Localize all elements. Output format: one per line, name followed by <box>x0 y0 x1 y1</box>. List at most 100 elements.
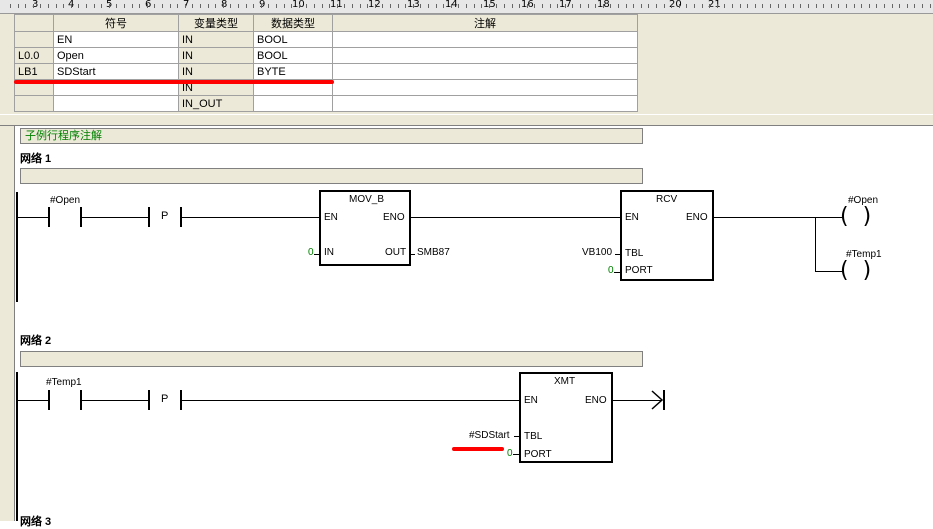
ruler-tick <box>770 4 771 8</box>
positive-edge-contact[interactable]: P <box>148 207 182 227</box>
ruler-tick <box>428 4 429 8</box>
ruler-tick <box>504 4 505 8</box>
variable-cell-addr[interactable] <box>14 31 54 48</box>
ruler-tick <box>185 4 186 8</box>
ruler-tick <box>702 4 703 8</box>
variable-cell-var-type[interactable]: IN <box>178 31 254 48</box>
variable-cell-symbol[interactable]: Open <box>53 47 179 64</box>
red-underline-annotation <box>14 80 334 84</box>
ruler-tick <box>747 4 748 8</box>
variable-cell-addr[interactable]: LB1 <box>14 63 54 80</box>
ruler-tick <box>375 4 376 8</box>
ruler-tick <box>147 4 148 8</box>
ruler-tick <box>451 4 452 8</box>
network-1-comment-box[interactable] <box>20 168 643 184</box>
ruler-tick <box>420 4 421 8</box>
variable-row[interactable]: EN IN BOOL <box>14 31 638 48</box>
network-2-title[interactable]: 网络 2 <box>20 332 51 348</box>
no-contact-open[interactable] <box>48 207 82 227</box>
ruler-tick <box>48 4 49 8</box>
network-3-title[interactable]: 网络 3 <box>20 513 51 529</box>
rcv-port: PORT <box>625 265 653 276</box>
variable-cell-data-type[interactable]: BOOL <box>253 47 333 64</box>
ruler-tick-label: 6 <box>145 0 152 10</box>
ruler-tick <box>413 4 414 8</box>
ruler-tick <box>869 4 870 8</box>
ruler-tick <box>496 4 497 8</box>
network-1-contact-label[interactable]: #Open <box>50 195 80 206</box>
variable-cell-comment[interactable] <box>332 47 638 64</box>
ruler-tick <box>823 4 824 8</box>
rcv-tbl-value[interactable]: VB100 <box>582 247 612 258</box>
ruler-tick <box>542 4 543 8</box>
ruler-tick <box>854 4 855 8</box>
program-comment-box[interactable]: 子例行程序注解 <box>20 128 643 144</box>
variable-cell-symbol[interactable]: SDStart <box>53 63 179 80</box>
variable-cell-data-type[interactable] <box>253 95 333 112</box>
wire <box>180 217 320 218</box>
ruler-tick <box>344 4 345 8</box>
ruler-tick <box>922 4 923 8</box>
ruler-tick <box>246 4 247 8</box>
wire <box>409 217 621 218</box>
ruler-tick <box>930 4 931 8</box>
ruler-tick <box>405 4 406 8</box>
variable-row[interactable]: IN_OUT <box>14 95 638 112</box>
ruler-tick <box>94 4 95 8</box>
rcv-port-value[interactable]: 0 <box>608 265 614 276</box>
xmt-port-value[interactable]: 0 <box>507 448 513 459</box>
variable-row[interactable]: LB1 SDStart IN BYTE <box>14 63 638 80</box>
variable-cell-comment[interactable] <box>332 79 638 96</box>
variable-row[interactable]: L0.0 Open IN BOOL <box>14 47 638 64</box>
ruler-tick <box>18 4 19 8</box>
network-2-comment-box[interactable] <box>20 351 643 367</box>
variable-cell-symbol[interactable]: EN <box>53 31 179 48</box>
network-2-contact-label[interactable]: #Temp1 <box>46 377 82 388</box>
ruler-tick <box>755 4 756 8</box>
ruler-tick-label: 9 <box>259 0 266 10</box>
ruler-tick <box>238 4 239 8</box>
variable-cell-addr[interactable]: L0.0 <box>14 47 54 64</box>
ruler-tick <box>352 4 353 8</box>
rcv-title: RCV <box>656 194 678 205</box>
output-coil-open[interactable]: ( ) <box>840 206 871 228</box>
ruler-tick <box>527 4 528 8</box>
variable-cell-comment[interactable] <box>332 31 638 48</box>
ruler-tick <box>679 4 680 8</box>
variable-cell-symbol[interactable] <box>53 95 179 112</box>
network-1-title[interactable]: 网络 1 <box>20 150 51 166</box>
variable-cell-data-type[interactable]: BOOL <box>253 31 333 48</box>
rcv-eno: ENO <box>686 212 708 223</box>
variable-cell-comment[interactable] <box>332 63 638 80</box>
pane-splitter[interactable] <box>0 115 933 126</box>
variable-cell-addr[interactable] <box>14 95 54 112</box>
mov-b-out-value[interactable]: SMB87 <box>417 247 450 258</box>
p-label: P <box>161 210 169 222</box>
mov-b-in-value[interactable]: 0 <box>308 247 314 258</box>
mov-b-block[interactable]: MOV_B EN ENO IN OUT <box>319 190 411 266</box>
ruler-tick <box>71 4 72 8</box>
variable-table-header: 符号 变量类型 数据类型 注解 <box>14 14 638 32</box>
ruler-tick <box>177 4 178 8</box>
variable-cell-var-type[interactable]: IN <box>178 47 254 64</box>
rcv-block[interactable]: RCV EN ENO TBL PORT <box>620 190 714 281</box>
ruler-tick <box>109 4 110 8</box>
variable-cell-var-type[interactable]: IN <box>178 63 254 80</box>
ruler-tick <box>261 4 262 8</box>
no-contact-temp1[interactable] <box>48 390 82 410</box>
header-comment: 注解 <box>332 14 638 32</box>
output-coil-temp1[interactable]: ( ) <box>840 260 871 282</box>
variable-cell-var-type[interactable]: IN_OUT <box>178 95 254 112</box>
xmt-tbl-value[interactable]: #SDStart <box>469 430 510 441</box>
xmt-block[interactable]: XMT EN ENO TBL PORT <box>519 372 613 463</box>
ruler-tick <box>838 4 839 8</box>
xmt-port: PORT <box>524 449 552 460</box>
ruler-tick <box>253 4 254 8</box>
variable-cell-comment[interactable] <box>332 95 638 112</box>
positive-edge-contact[interactable]: P <box>148 390 182 410</box>
wire <box>180 400 520 401</box>
mov-b-eno: ENO <box>383 212 405 223</box>
mov-b-en: EN <box>324 212 338 223</box>
variable-cell-data-type[interactable]: BYTE <box>253 63 333 80</box>
header-symbol: 符号 <box>53 14 179 32</box>
